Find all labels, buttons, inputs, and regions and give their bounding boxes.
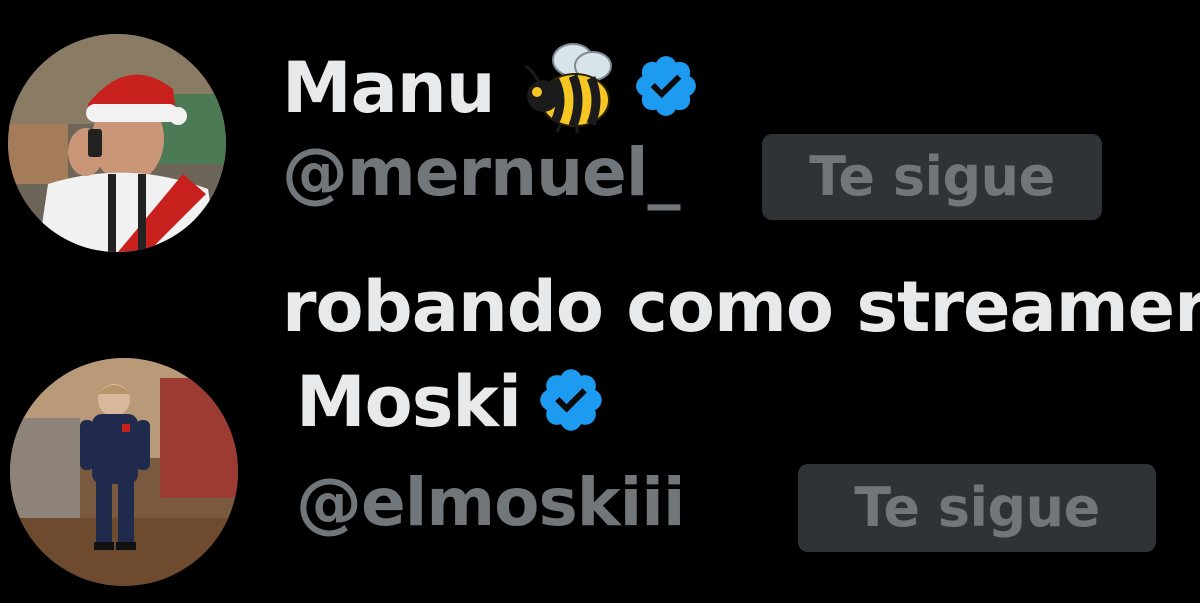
user-1-display-name[interactable]: Manu	[282, 53, 496, 123]
verified-badge-icon[interactable]	[535, 364, 607, 440]
user-2-handle[interactable]: @elmoskiii	[296, 470, 686, 536]
verified-badge-icon[interactable]	[631, 51, 701, 125]
avatar-moski[interactable]	[10, 358, 238, 586]
user-2-display-name[interactable]: Moski	[296, 367, 522, 437]
user-1-bio: robando como streamer	[282, 266, 1200, 348]
avatar-manu[interactable]	[8, 34, 226, 252]
user-2-follows-you-badge: Te sigue	[798, 464, 1156, 552]
user-2-handle-row: @elmoskiii	[296, 470, 686, 536]
user-2-name-row: Moski	[296, 364, 607, 440]
user-1-handle[interactable]: @mernuel_	[282, 140, 680, 206]
user-1-follows-you-badge: Te sigue	[762, 134, 1102, 220]
bee-emoji	[521, 38, 617, 138]
user-1-handle-row: @mernuel_	[282, 140, 680, 206]
user-1-name-row: Manu	[282, 38, 701, 138]
